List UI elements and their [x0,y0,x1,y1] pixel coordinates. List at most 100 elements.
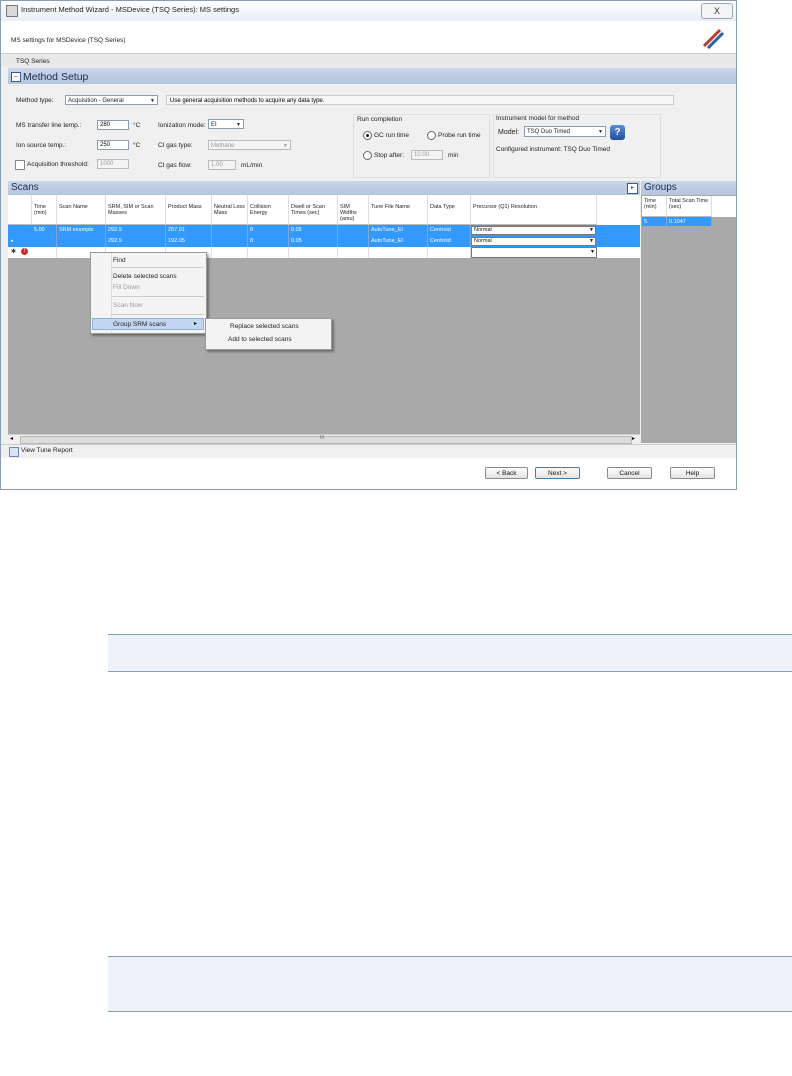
table-cell[interactable] [57,236,106,247]
method-setup-title: Method Setup [23,71,89,83]
scan-col-neutral-loss[interactable]: Neutral Loss Mass [212,195,248,225]
stop-after-radio[interactable] [363,151,372,160]
table-cell[interactable] [32,236,57,247]
table-cell[interactable] [212,247,248,258]
groups-cell[interactable]: 5 [642,217,667,226]
collapse-toggle-icon[interactable]: – [11,72,21,82]
note-box-top [108,634,792,672]
acquisition-threshold-checkbox[interactable] [15,160,25,170]
ci-gas-type-label: CI gas type: [158,142,193,149]
dropdown-arrow-icon[interactable]: ▼ [589,227,594,234]
ionization-mode-select[interactable]: EI ▼ [208,119,244,129]
probe-run-time-radio[interactable] [427,131,436,140]
ci-gas-flow-input[interactable]: 1.00 [208,160,236,170]
context-menu: Find Delete selected scans Fill Down Sca… [90,252,207,334]
view-tune-report-link[interactable]: View Tune Report [21,447,73,454]
table-cell[interactable] [369,247,428,258]
scan-col-tune-file[interactable]: Tune File Name [369,195,428,225]
scan-col-dwell-time[interactable]: Dwell or Scan Times (sec) [289,195,338,225]
table-cell[interactable]: 257.91 [166,225,212,236]
menu-item-scan-now[interactable]: Scan Now [113,302,143,309]
precursor-resolution-select[interactable]: Normal ▼ [471,237,596,246]
table-cell[interactable] [248,247,289,258]
report-icon[interactable] [9,447,19,457]
groups-title: Groups [644,182,677,193]
table-cell[interactable]: AutoTune_EI [369,225,428,236]
scan-col-data-type[interactable]: Data Type [428,195,471,225]
scans-column-header-row: Time (min) Scan Name SRM, SIM or Scan Mass… [8,195,640,225]
menu-item-replace-selected-scans[interactable]: Replace selected scans [230,323,299,330]
close-button[interactable]: X [701,3,733,19]
ci-gas-type-select[interactable]: Methane ▼ [208,140,291,150]
menu-item-delete-selected-scans[interactable]: Delete selected scans [113,273,177,280]
scan-col-masses[interactable]: SRM, SIM or Scan Masses [106,195,166,225]
scans-expand-icon[interactable]: ▸ [627,183,638,194]
table-cell[interactable] [338,236,369,247]
next-button[interactable]: Next > [535,467,580,479]
row-selector[interactable] [8,225,35,236]
precursor-resolution-select[interactable]: Normal ▼ [471,226,596,235]
menu-item-find[interactable]: Find [113,257,126,264]
table-cell[interactable] [338,225,369,236]
table-cell[interactable]: 0.05 [289,236,338,247]
back-button[interactable]: < Back [485,467,528,479]
acquisition-threshold-input[interactable]: 1000 [97,159,129,169]
table-cell[interactable]: 0.05 [289,225,338,236]
dropdown-arrow-icon[interactable]: ▼ [589,238,594,245]
logo-icon [702,28,725,49]
table-cell[interactable]: Centroid [428,236,471,247]
table-cell[interactable]: 192.05 [166,236,212,247]
scan-col-precursor-resolution[interactable]: Precursor (Q1) Resolution [471,195,597,225]
table-cell[interactable] [428,247,471,258]
scan-col-product-mass[interactable]: Product Mass [166,195,212,225]
precursor-resolution-select-empty[interactable]: ▼ [471,247,597,258]
menu-item-add-to-selected-scans[interactable]: Add to selected scans [228,336,292,343]
group-srm-submenu: Replace selected scans Add to selected s… [205,318,332,350]
header-text: MS settings for MSDevice (TSQ Series) [11,37,126,44]
stop-after-label: Stop after: [374,152,404,159]
scan-col-name[interactable]: Scan Name [57,195,106,225]
menu-item-fill-down[interactable]: Fill Down [113,284,140,291]
dropdown-arrow-icon[interactable]: ▼ [590,249,595,255]
table-cell[interactable] [212,236,248,247]
scans-title: Scans [11,182,39,193]
table-row[interactable]: ▸ 292.9 192.05 8 0.05 AutoTune_EI Centroid Norm… [8,236,640,247]
method-type-select[interactable]: Acquisition - General ▼ [65,95,158,105]
model-select[interactable]: TSQ Duo Timed ▼ [524,126,606,137]
scan-col-collision-energy[interactable]: Collision Energy [248,195,289,225]
table-cell[interactable]: AutoTune_EI [369,236,428,247]
horizontal-scrollbar[interactable]: ◂ III ▸ [8,434,640,444]
ion-source-temp-input[interactable]: 250 [97,140,129,150]
scan-col-sim-width[interactable]: SIM Widths (amu) [338,195,369,225]
table-cell[interactable]: 292.9 [106,236,166,247]
cancel-button[interactable]: Cancel [607,467,652,479]
stop-after-input[interactable]: 10.00 [411,150,443,160]
menu-item-group-srm-scans[interactable]: Group SRM scans ▸ [92,318,204,330]
row-selector[interactable]: ▸ [8,236,35,247]
table-cell[interactable]: 5.00 [32,225,57,236]
table-cell[interactable]: 292.9 [106,225,166,236]
scroll-left-icon[interactable]: ◂ [10,435,13,442]
header-panel: MS settings for MSDevice (TSQ Series) [1,21,736,54]
table-cell[interactable]: Centroid [428,225,471,236]
gc-run-time-radio[interactable] [363,131,372,140]
table-cell[interactable]: SRM example [57,225,106,236]
scroll-grip: III [320,435,325,441]
acq-threshold-label: Acquisition threshold: [27,161,89,168]
scan-col-time[interactable]: Time (min) [32,195,57,225]
help-button[interactable]: Help [670,467,715,479]
table-cell[interactable] [212,225,248,236]
submenu-arrow-icon: ▸ [193,321,197,327]
tab-tsq-series[interactable]: TSQ Series [16,58,50,65]
help-icon[interactable]: ? [610,125,625,140]
table-row[interactable]: 5.00 SRM example 292.9 257.91 8 0.05 AutoTune_… [8,225,640,236]
table-cell[interactable] [32,247,57,258]
scroll-right-icon[interactable]: ▸ [632,435,635,442]
groups-cell[interactable]: 0.1047 [667,217,712,226]
table-cell[interactable]: 8 [248,236,289,247]
table-cell[interactable] [338,247,369,258]
table-cell[interactable] [289,247,338,258]
table-cell[interactable]: 8 [248,225,289,236]
transfer-line-temp-input[interactable]: 280 [97,120,129,130]
note-box-bottom [108,956,792,1012]
